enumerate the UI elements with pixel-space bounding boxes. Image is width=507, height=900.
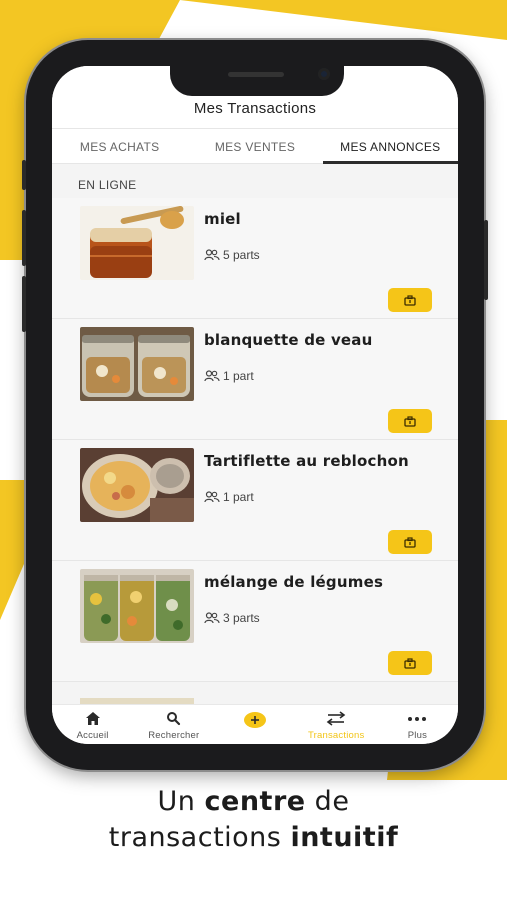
add-icon <box>244 712 266 728</box>
caption-bold-text: intuitif <box>290 822 399 853</box>
tab-mes-annonces[interactable]: MES ANNONCES <box>322 129 458 164</box>
mute-switch <box>22 160 26 190</box>
briefcase-icon <box>404 536 416 548</box>
item-title: Tartiflette au reblochon <box>204 452 409 470</box>
list-item[interactable]: mélange de légumes 3 parts <box>52 561 458 682</box>
item-parts: 5 parts <box>204 248 260 262</box>
people-icon <box>204 370 220 382</box>
manage-listing-button[interactable] <box>388 651 432 675</box>
item-parts: 3 parts <box>204 611 260 625</box>
list-item[interactable]: blanquette de veau 1 part <box>52 319 458 440</box>
parts-label: 1 part <box>223 369 254 383</box>
list-item[interactable]: miel 5 parts <box>52 198 458 319</box>
nav-add[interactable] <box>214 705 295 744</box>
parts-label: 5 parts <box>223 248 260 262</box>
item-parts: 1 part <box>204 369 254 383</box>
parts-label: 3 parts <box>223 611 260 625</box>
nav-plus[interactable]: Plus <box>377 705 458 744</box>
volume-down-button <box>22 276 26 332</box>
manage-listing-button[interactable] <box>388 530 432 554</box>
item-thumbnail <box>80 569 194 643</box>
power-button <box>484 220 488 300</box>
briefcase-icon <box>404 657 416 669</box>
tab-mes-ventes[interactable]: MES VENTES <box>187 129 322 163</box>
briefcase-icon <box>404 294 416 306</box>
phone-notch <box>170 66 344 96</box>
tab-bar: MES ACHATS MES VENTES MES ANNONCES <box>52 129 458 164</box>
list-item[interactable]: Tartiflette au reblochon 1 part <box>52 440 458 561</box>
nav-label: Rechercher <box>148 730 200 741</box>
item-thumbnail <box>80 448 194 522</box>
caption-line-2: transactions intuitif <box>0 822 507 853</box>
phone-frame: Mes Transactions MES ACHATS MES VENTES M… <box>22 40 488 770</box>
page-title: Mes Transactions <box>193 100 317 117</box>
item-thumbnail <box>80 327 194 401</box>
nav-accueil[interactable]: Accueil <box>52 705 133 744</box>
item-title: mélange de légumes <box>204 573 384 591</box>
transfer-icon <box>326 711 346 726</box>
people-icon <box>204 249 220 261</box>
item-parts: 1 part <box>204 490 254 504</box>
speaker-grille <box>228 72 284 77</box>
caption-line-1: Un centre de <box>0 786 507 817</box>
nav-transactions[interactable]: Transactions <box>296 705 377 744</box>
front-camera <box>318 68 330 80</box>
home-icon <box>85 712 100 725</box>
people-icon <box>204 612 220 624</box>
caption-bold-text: centre <box>204 786 306 817</box>
search-icon <box>167 712 181 726</box>
caption-text: de <box>305 786 350 817</box>
people-icon <box>204 491 220 503</box>
more-icon <box>408 717 427 721</box>
listing-list: miel 5 parts blanquette de veau 1 part T… <box>52 198 458 682</box>
section-label-online: EN LIGNE <box>78 178 137 192</box>
item-title: blanquette de veau <box>204 331 373 349</box>
volume-up-button <box>22 210 26 266</box>
item-thumbnail <box>80 206 194 280</box>
tab-mes-achats[interactable]: MES ACHATS <box>52 129 187 163</box>
nav-label: Accueil <box>76 730 109 741</box>
bottom-navigation: Accueil Rechercher Transactions Plus <box>52 704 458 744</box>
briefcase-icon <box>404 415 416 427</box>
nav-label: Transactions <box>307 730 365 741</box>
caption-text: Un <box>157 786 205 817</box>
manage-listing-button[interactable] <box>388 409 432 433</box>
caption-text: transactions <box>108 822 291 853</box>
nav-label: Plus <box>407 730 428 741</box>
item-title: miel <box>204 210 241 228</box>
nav-rechercher[interactable]: Rechercher <box>133 705 214 744</box>
phone-screen: Mes Transactions MES ACHATS MES VENTES M… <box>52 66 458 744</box>
manage-listing-button[interactable] <box>388 288 432 312</box>
parts-label: 1 part <box>223 490 254 504</box>
